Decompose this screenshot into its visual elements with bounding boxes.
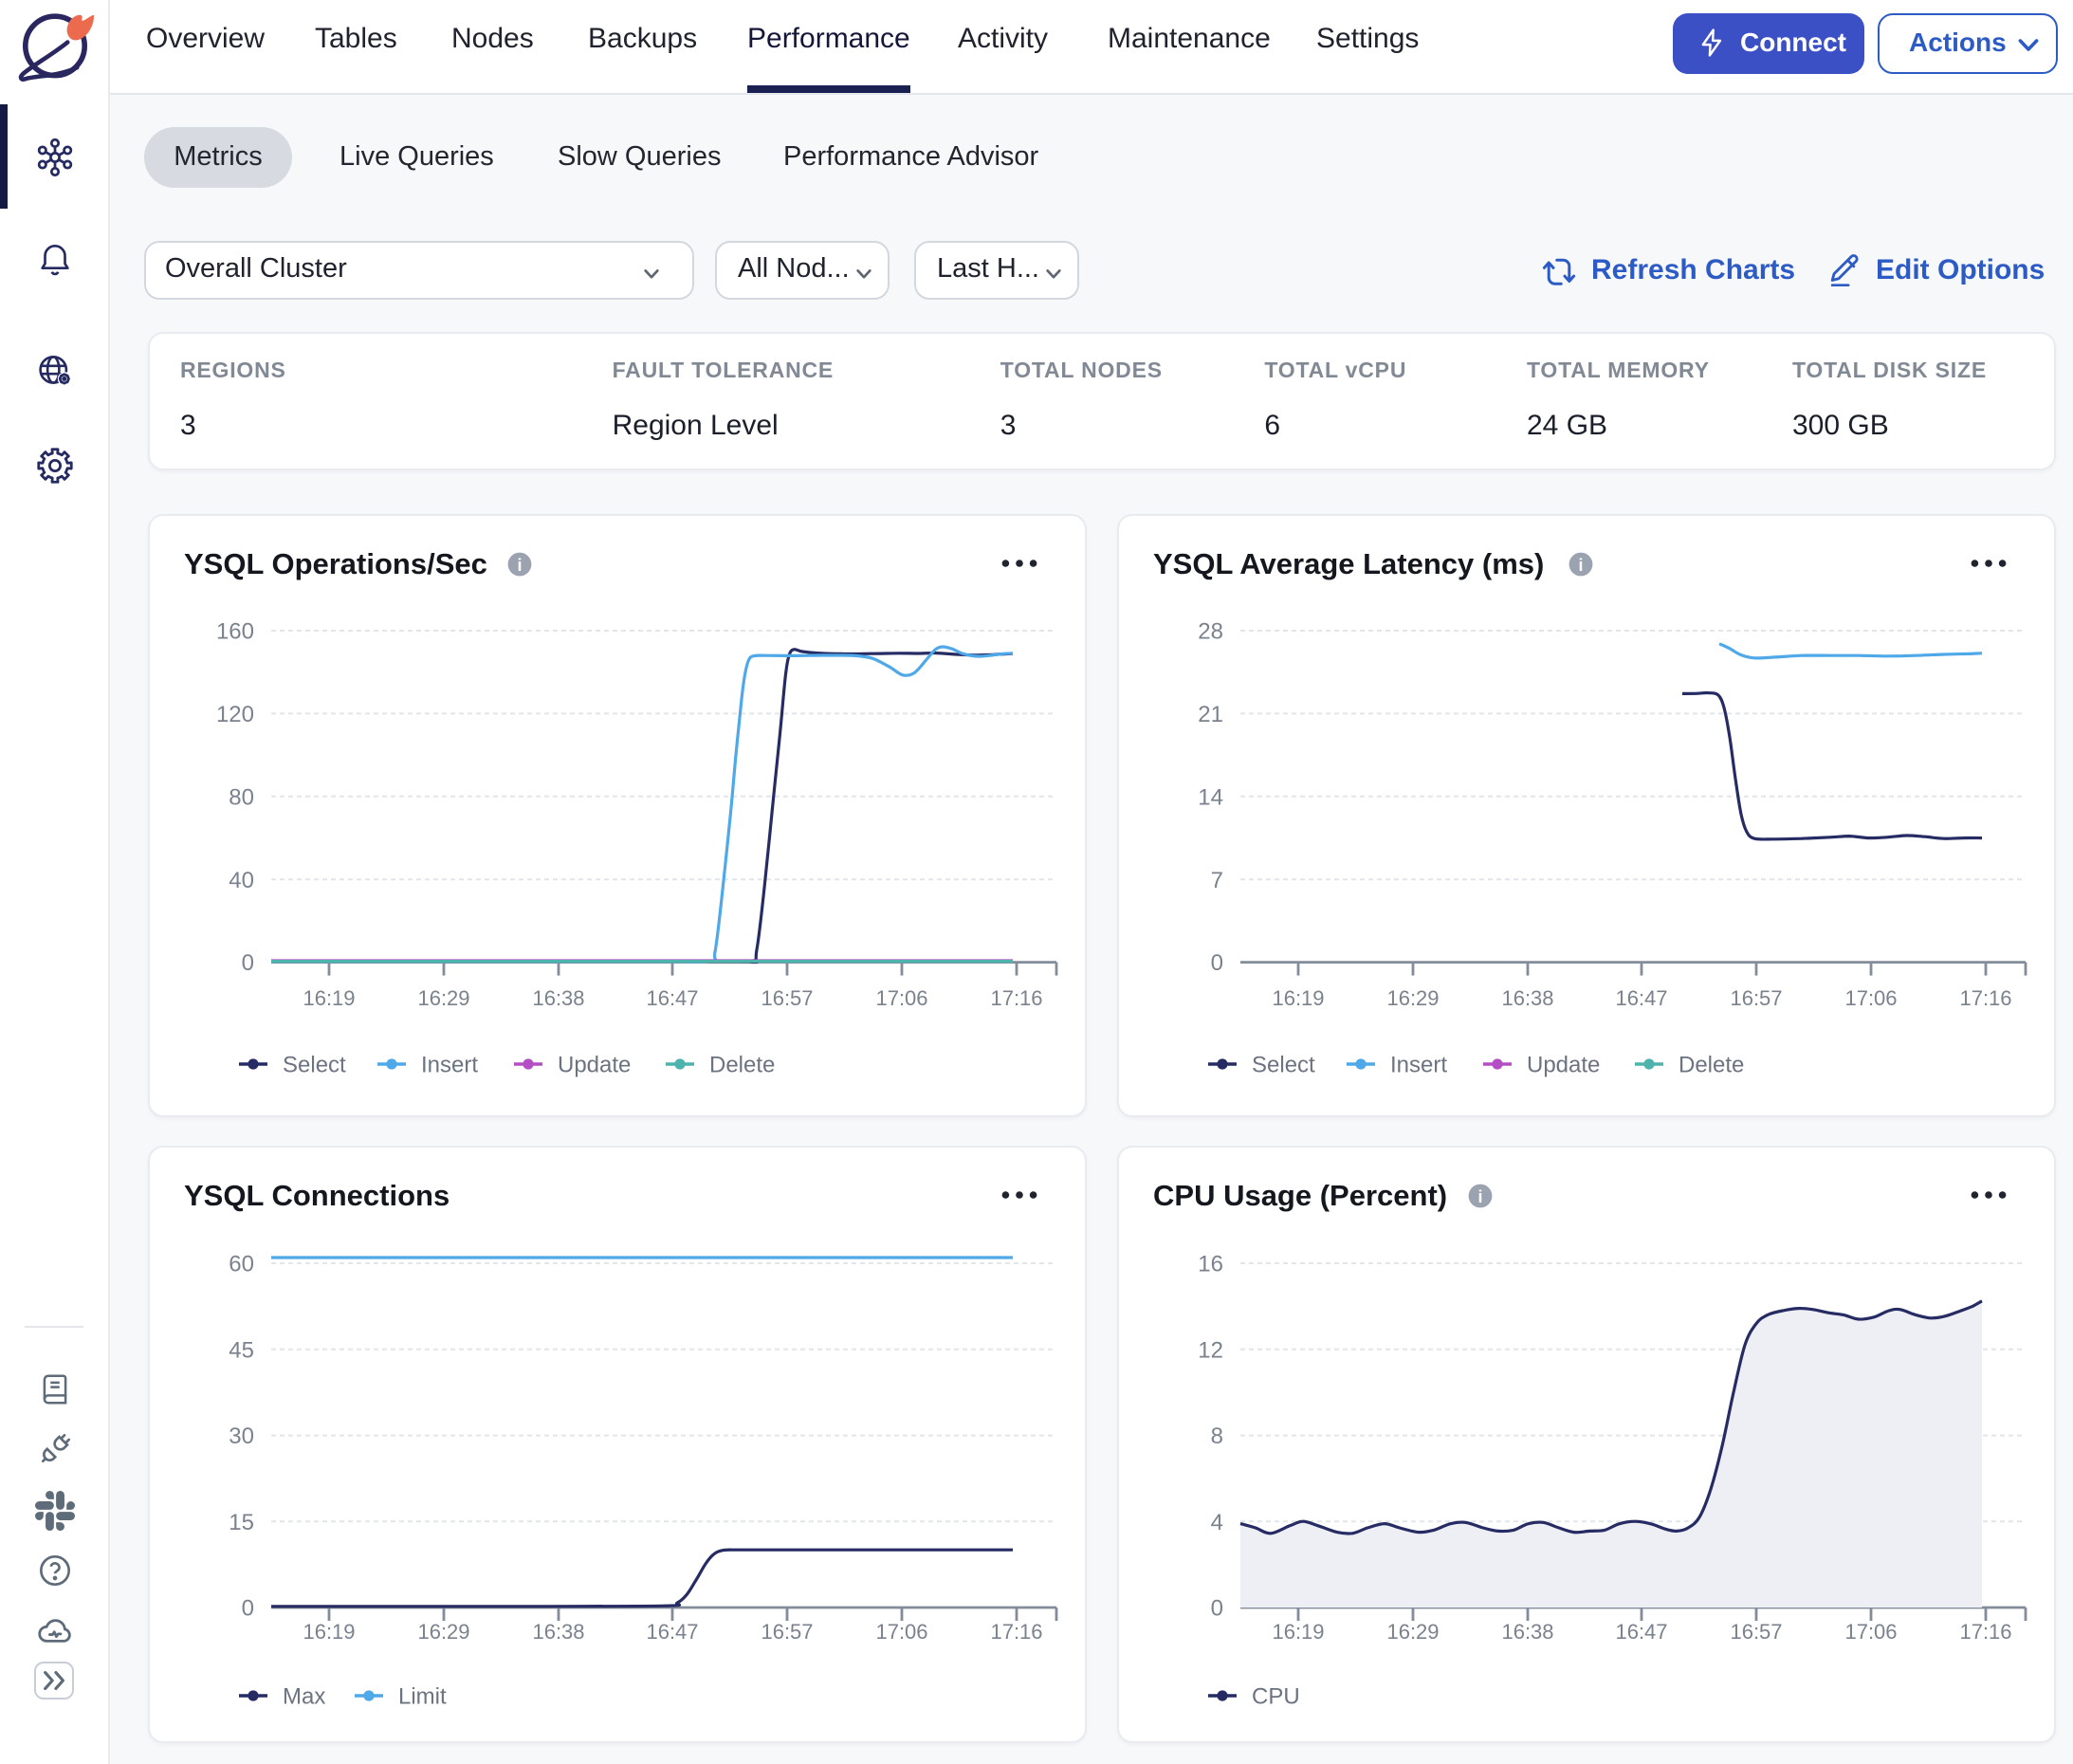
svg-text:CPU: CPU [1252,1684,1300,1710]
svg-text:16:38: 16:38 [1501,1620,1553,1644]
svg-text:i: i [517,556,522,575]
svg-text:4: 4 [1211,1510,1223,1535]
svg-text:i: i [1477,1187,1482,1206]
svg-text:Select: Select [283,1053,346,1078]
svg-text:16:29: 16:29 [417,1620,469,1644]
svg-text:16:57: 16:57 [761,1620,813,1644]
svg-text:30: 30 [229,1424,254,1449]
svg-text:7: 7 [1211,868,1223,893]
svg-text:45: 45 [229,1337,254,1363]
svg-text:YSQL Average Latency (ms): YSQL Average Latency (ms) [1153,547,1544,580]
svg-text:17:06: 17:06 [875,1620,927,1644]
svg-text:160: 160 [216,619,254,645]
svg-text:16:57: 16:57 [761,986,813,1010]
svg-text:17:06: 17:06 [875,986,927,1010]
svg-text:16:38: 16:38 [532,986,584,1010]
svg-text:Insert: Insert [421,1053,478,1078]
svg-text:16:57: 16:57 [1730,1620,1782,1644]
svg-text:17:16: 17:16 [990,986,1042,1010]
svg-text:16:47: 16:47 [1615,1620,1667,1644]
svg-text:17:06: 17:06 [1844,1620,1897,1644]
svg-text:0: 0 [1211,950,1223,976]
svg-text:17:06: 17:06 [1844,986,1897,1010]
svg-text:YSQL Connections: YSQL Connections [184,1179,449,1212]
svg-text:Delete: Delete [709,1053,775,1078]
svg-text:16:29: 16:29 [1386,986,1439,1010]
svg-text:16:19: 16:19 [303,986,355,1010]
svg-text:Delete: Delete [1679,1053,1744,1078]
svg-text:60: 60 [229,1252,254,1277]
svg-text:0: 0 [242,1596,254,1622]
svg-text:16:29: 16:29 [417,986,469,1010]
svg-text:Select: Select [1252,1053,1315,1078]
svg-text:CPU Usage (Percent): CPU Usage (Percent) [1153,1179,1447,1212]
svg-text:16:47: 16:47 [646,986,698,1010]
svg-text:0: 0 [242,950,254,976]
svg-text:Insert: Insert [1390,1053,1447,1078]
svg-text:i: i [1578,556,1583,575]
svg-text:16:38: 16:38 [532,1620,584,1644]
svg-text:16:47: 16:47 [646,1620,698,1644]
svg-text:80: 80 [229,784,254,810]
svg-text:16:57: 16:57 [1730,986,1782,1010]
svg-text:Limit: Limit [398,1684,447,1710]
svg-text:120: 120 [216,702,254,727]
svg-text:17:16: 17:16 [1959,1620,2011,1644]
svg-text:YSQL Operations/Sec: YSQL Operations/Sec [184,547,487,580]
svg-text:0: 0 [1211,1596,1223,1622]
svg-text:40: 40 [229,868,254,893]
svg-text:12: 12 [1198,1337,1223,1363]
svg-text:16:47: 16:47 [1615,986,1667,1010]
svg-text:16:19: 16:19 [1272,1620,1324,1644]
svg-text:Update: Update [1527,1053,1600,1078]
svg-text:16:19: 16:19 [1272,986,1324,1010]
svg-text:8: 8 [1211,1424,1223,1449]
svg-text:Max: Max [283,1684,325,1710]
svg-text:17:16: 17:16 [990,1620,1042,1644]
svg-text:Update: Update [558,1053,631,1078]
svg-text:16: 16 [1198,1252,1223,1277]
svg-text:14: 14 [1198,784,1223,810]
svg-text:15: 15 [229,1510,254,1535]
svg-text:16:38: 16:38 [1501,986,1553,1010]
svg-text:16:29: 16:29 [1386,1620,1439,1644]
svg-text:28: 28 [1198,619,1223,645]
svg-text:21: 21 [1198,702,1223,727]
svg-text:16:19: 16:19 [303,1620,355,1644]
svg-text:17:16: 17:16 [1959,986,2011,1010]
